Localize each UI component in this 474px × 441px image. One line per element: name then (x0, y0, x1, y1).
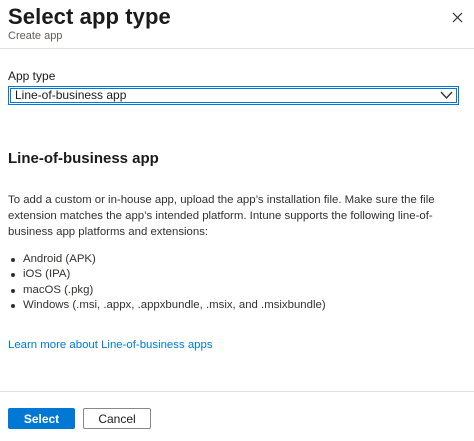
platform-label: iOS (IPA) (23, 268, 71, 281)
section-description: To add a custom or in-house app, upload … (8, 194, 435, 238)
platform-label: macOS (.pkg) (23, 283, 94, 296)
app-type-selected-value: Line-of-business app (15, 88, 127, 102)
page-title: Select app type (8, 4, 171, 29)
platform-label: Android (APK) (23, 253, 96, 265)
bullet-icon (11, 273, 15, 278)
learn-more-link[interactable]: Learn more about Line-of-business apps (8, 339, 213, 351)
platform-list: Android (APK) iOS (IPA) macOS (.pkg) Win… (8, 252, 326, 313)
chevron-down-icon (440, 91, 453, 99)
page-subtitle: Create app (8, 30, 63, 42)
app-type-label: App type (8, 69, 56, 83)
close-icon (452, 12, 462, 22)
panel-header: Select app type Create app (0, 0, 474, 46)
bullet-icon (11, 288, 15, 293)
bullet-icon (11, 258, 15, 262)
list-item: Android (APK) (8, 252, 326, 267)
list-item: Windows (.msi, .appx, .appxbundle, .msix… (8, 298, 326, 313)
select-button[interactable]: Select (8, 408, 75, 429)
app-type-dropdown[interactable]: Line-of-business app (8, 86, 459, 105)
section-heading: Line-of-business app (8, 150, 159, 167)
close-button[interactable] (448, 8, 466, 26)
cancel-button[interactable]: Cancel (83, 408, 151, 429)
select-app-type-panel: Select app type Create app App type Line… (0, 0, 474, 441)
platform-label: Windows (.msi, .appx, .appxbundle, .msix… (23, 298, 326, 311)
bullet-icon (11, 303, 15, 308)
header-divider (0, 48, 474, 49)
list-item: iOS (IPA) (8, 267, 326, 282)
footer-divider (0, 391, 474, 392)
list-item: macOS (.pkg) (8, 283, 326, 298)
